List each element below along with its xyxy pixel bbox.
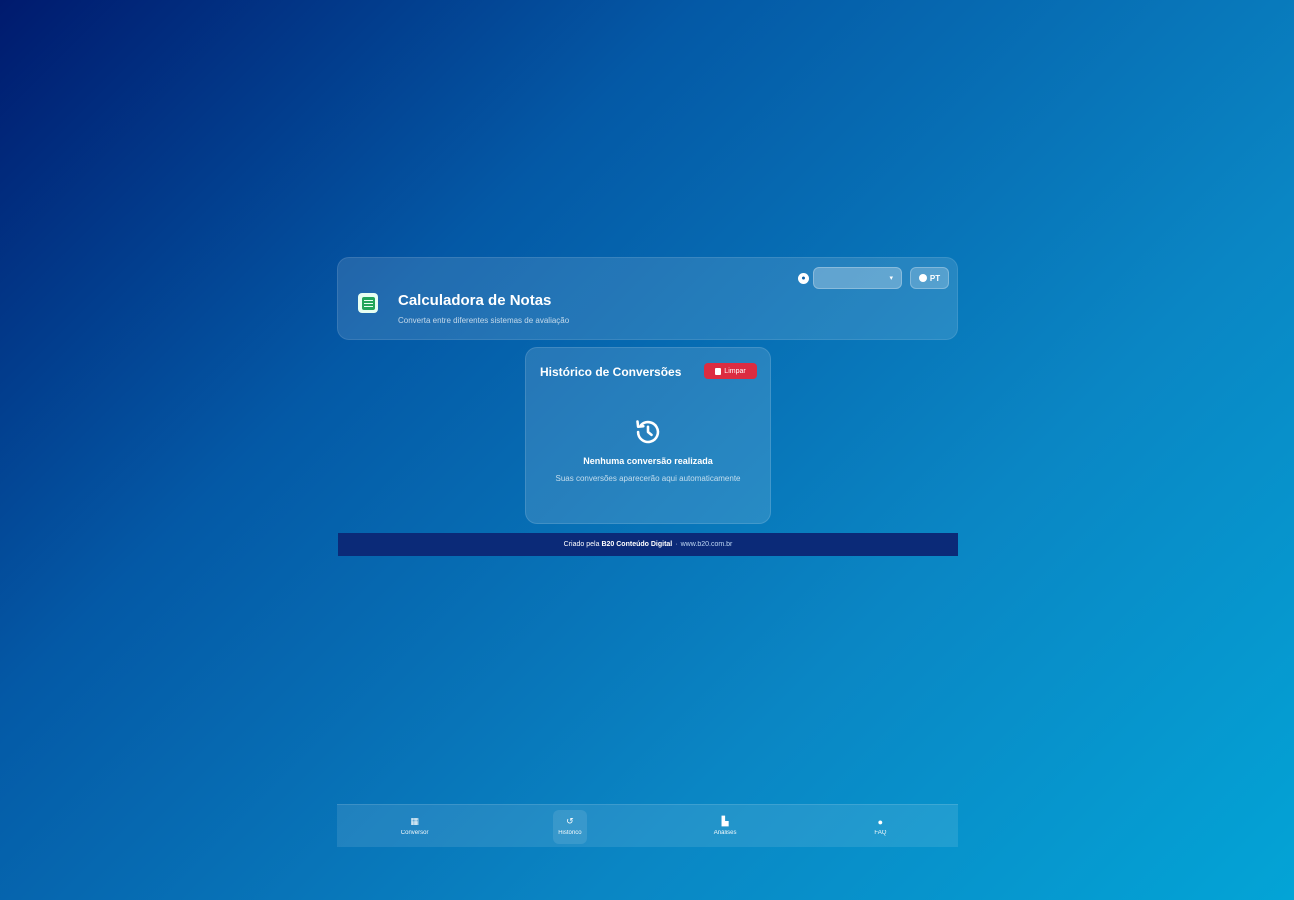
- language-label: PT: [929, 273, 941, 283]
- bottom-navigation: ▦ Conversor ↺ Histórico ▙ Análises ● FAQ: [337, 804, 958, 847]
- page-subtitle: Converta entre diferentes sistemas de av…: [398, 316, 570, 325]
- nav-label: Análises: [713, 829, 737, 836]
- chart-icon: ▙: [721, 816, 729, 826]
- nav-item-historico[interactable]: ↺ Histórico: [492, 805, 647, 847]
- trash-icon: [715, 367, 722, 375]
- language-button[interactable]: PT: [910, 267, 949, 289]
- history-card: Histórico de Conversões Limpar Nenhuma c…: [525, 347, 771, 524]
- credits-brand: B20 Conteúdo Digital: [601, 541, 673, 548]
- calculator-icon: ▦: [410, 816, 419, 826]
- clear-history-button[interactable]: Limpar: [704, 363, 757, 379]
- nav-label: FAQ: [874, 829, 887, 836]
- page-title: Calculadora de Notas: [398, 292, 552, 309]
- credits-prefix: Criado pela: [563, 541, 600, 548]
- spreadsheet-icon: [358, 293, 378, 313]
- app-container: Calculadora de Notas Converta entre dife…: [337, 257, 958, 556]
- globe-icon: [918, 274, 927, 282]
- empty-state-subtitle: Suas conversões aparecerão aqui automati…: [555, 474, 741, 483]
- credits-site-link[interactable]: www.b20.com.br: [681, 541, 733, 548]
- nav-label: Histórico: [558, 829, 582, 836]
- clear-label: Limpar: [724, 367, 746, 375]
- credits-separator: ·: [675, 541, 678, 548]
- credits-bar: Criado pela B20 Conteúdo Digital · www.b…: [338, 533, 958, 556]
- header-card: Calculadora de Notas Converta entre dife…: [337, 257, 958, 340]
- help-icon: ●: [877, 816, 884, 827]
- nav-item-faq[interactable]: ● FAQ: [803, 805, 958, 847]
- nav-item-analises[interactable]: ▙ Análises: [648, 805, 803, 847]
- history-icon: ↺: [566, 816, 574, 826]
- palette-icon: ●: [798, 273, 809, 284]
- theme-select[interactable]: ▾: [813, 267, 902, 289]
- chevron-down-icon: ▾: [889, 275, 893, 282]
- nav-item-conversor[interactable]: ▦ Conversor: [337, 805, 492, 847]
- empty-state-title: Nenhuma conversão realizada: [583, 456, 713, 466]
- history-title: Histórico de Conversões: [540, 365, 682, 379]
- history-icon: [636, 420, 660, 444]
- nav-label: Conversor: [400, 829, 429, 836]
